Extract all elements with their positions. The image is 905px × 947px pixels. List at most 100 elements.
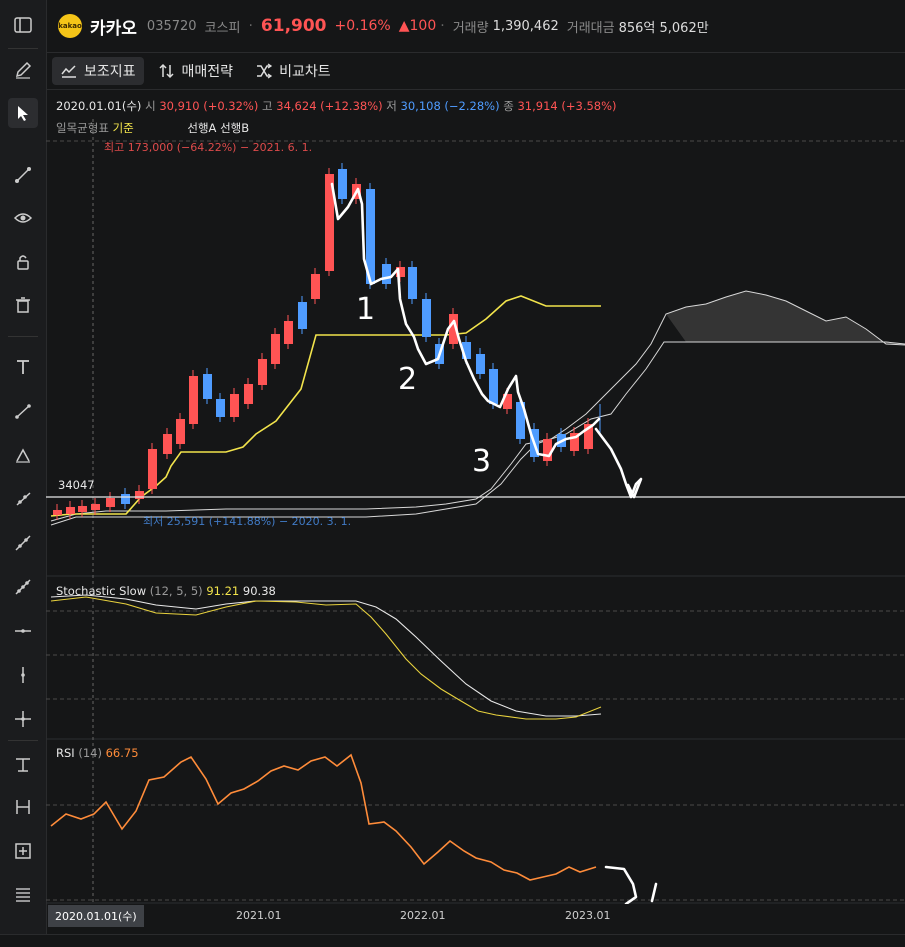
- candle-body: [244, 384, 253, 404]
- rsi-line: [50, 753, 597, 881]
- shuffle-icon: [257, 63, 273, 79]
- candle-body: [135, 491, 144, 499]
- handwritten-stroke: [604, 865, 638, 904]
- bottom-status-row: [0, 934, 905, 947]
- candle-body: [176, 419, 185, 444]
- candle-body: [422, 299, 431, 337]
- x-tick-label: 2022.01: [400, 909, 446, 922]
- candle-body: [91, 504, 100, 510]
- candle-body: [382, 264, 391, 284]
- rsi-legend: RSI (14) 66.75: [56, 746, 139, 760]
- vertical-line-icon[interactable]: [8, 660, 38, 690]
- volume-label: 거래량: [452, 20, 489, 36]
- handwritten-number: 3: [472, 444, 491, 479]
- change-amount: ▲100: [398, 18, 437, 34]
- current-price: 61,900: [260, 16, 327, 36]
- ichimoku-base-label: 기준: [112, 121, 134, 135]
- lock-icon[interactable]: [8, 247, 38, 277]
- volume-value: 1,390,462: [492, 18, 559, 34]
- trendline-icon[interactable]: [8, 396, 38, 426]
- candle-body: [258, 359, 267, 385]
- parallel-line-icon[interactable]: [8, 572, 38, 602]
- stochastic-k-line: [50, 596, 602, 720]
- handwritten-stroke: [650, 882, 658, 903]
- open-value: 30,910 (+0.32%): [159, 99, 259, 113]
- candle-body: [230, 394, 239, 417]
- crosshair-icon[interactable]: [8, 704, 38, 734]
- amount-label: 거래대금: [566, 20, 615, 36]
- indicators-button[interactable]: 보조지표: [52, 57, 144, 85]
- candle-body: [66, 507, 75, 514]
- stock-name: 카카오: [90, 18, 137, 39]
- price-line-label: 34047: [58, 478, 95, 492]
- ray-icon[interactable]: [8, 484, 38, 514]
- price-range-icon[interactable]: [8, 750, 38, 780]
- date-range-icon[interactable]: [8, 792, 38, 822]
- up-down-arrows-icon: [159, 63, 174, 79]
- candle-body: [148, 449, 157, 489]
- cursor-icon[interactable]: [8, 98, 38, 128]
- horizontal-line-icon[interactable]: [8, 616, 38, 646]
- candle-body: [338, 169, 347, 199]
- candle-body: [271, 334, 280, 364]
- ichimoku-legend: 일목균형표 기준 선행A 선행B: [56, 120, 249, 136]
- candle-body: [121, 494, 130, 504]
- eye-icon[interactable]: [8, 203, 38, 233]
- ichimoku-cloud: [666, 291, 905, 345]
- stochastic-d-value: 90.38: [242, 584, 276, 598]
- candle-body: [489, 369, 498, 404]
- ichimoku-label: 일목균형표: [56, 121, 109, 135]
- fibonacci-icon[interactable]: [8, 880, 38, 910]
- candle-body: [106, 498, 115, 507]
- candle-body: [298, 302, 307, 329]
- chart-toolbar: 보조지표 매매전략 비교차트: [46, 53, 905, 90]
- measure-box-icon[interactable]: [8, 836, 38, 866]
- text-tool-icon[interactable]: [8, 352, 38, 382]
- stock-header: kakao 카카오 035720 코스피 · 61,900 +0.16% ▲10…: [46, 0, 905, 53]
- ohlc-date: 2020.01.01(수): [56, 99, 142, 113]
- trash-icon[interactable]: [8, 290, 38, 320]
- extended-line-icon[interactable]: [8, 528, 38, 558]
- candle-body: [203, 374, 212, 399]
- close-value: 31,914 (+3.58%): [517, 99, 617, 113]
- handwritten-number: 1: [356, 292, 375, 327]
- candle-body: [543, 439, 552, 461]
- angle-line-icon[interactable]: [8, 440, 38, 470]
- stock-code: 035720: [146, 18, 197, 34]
- high-value: 34,624 (+12.38%): [276, 99, 383, 113]
- panel-toggle-icon[interactable]: [8, 10, 38, 40]
- x-axis: 2020.01.01(수) 2021.01 2022.01 2023.01: [46, 904, 905, 927]
- market-name: 코스피: [204, 20, 241, 36]
- x-tick-label: 2021.01: [236, 909, 282, 922]
- cursor-date-box: 2020.01.01(수): [48, 905, 144, 927]
- ohlc-info: 2020.01.01(수) 시 30,910 (+0.32%) 고 34,624…: [56, 99, 617, 113]
- candle-body: [216, 399, 225, 417]
- candle-body: [311, 274, 320, 299]
- stochastic-legend: Stochastic Slow (12, 5, 5) 91.21 90.38: [56, 584, 276, 598]
- stochastic-k-value: 91.21: [206, 584, 240, 598]
- low-marker-label: 최저 25,591 (+141.88%) − 2020. 3. 1.: [143, 515, 352, 528]
- candle-body: [408, 267, 417, 299]
- compare-button[interactable]: 비교차트: [247, 57, 339, 85]
- low-value: 30,108 (−2.28%): [400, 99, 500, 113]
- rsi-value: 66.75: [105, 746, 139, 760]
- candle-body: [189, 376, 198, 424]
- candle-body: [284, 321, 293, 344]
- candle-body: [476, 354, 485, 374]
- candle-body: [78, 506, 87, 512]
- ichimoku-span-label: 선행A 선행B: [187, 121, 250, 135]
- handwritten-number: 2: [398, 362, 417, 397]
- x-tick-label: 2023.01: [565, 909, 611, 922]
- price-chart[interactable]: 12 3: [46, 89, 905, 904]
- indicator-chart-icon: [61, 65, 76, 78]
- candle-body: [163, 434, 172, 454]
- pencil-icon[interactable]: [8, 55, 38, 85]
- change-percent: +0.16%: [334, 18, 391, 34]
- line-tool-icon[interactable]: [8, 160, 38, 190]
- candle-body: [53, 510, 62, 515]
- kakao-logo-icon: kakao: [58, 14, 82, 38]
- high-marker-label: 최고 173,000 (−64.22%) − 2021. 6. 1.: [104, 141, 313, 154]
- strategy-button[interactable]: 매매전략: [150, 57, 242, 85]
- drawing-toolbar: [0, 0, 47, 946]
- handwritten-stroke: [594, 427, 643, 499]
